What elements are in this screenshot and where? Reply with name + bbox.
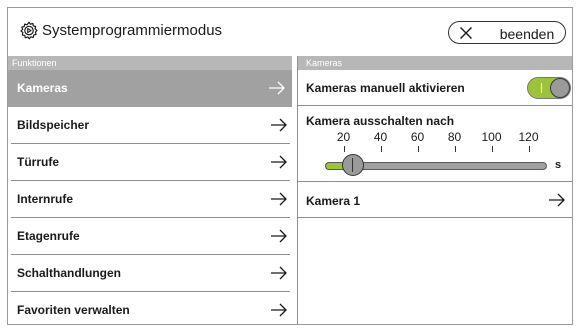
slider-tick-label: 120 [518,130,539,144]
end-button-label: beenden [499,26,555,42]
function-item-label: Kameras [17,81,68,95]
slider-tick-label: 40 [373,130,388,144]
arrow-right-icon [271,266,287,280]
slider-tick-label: 100 [481,130,502,144]
turn-off-after-row: Kamera ausschalten nach 20 40 60 80 100 120 s [298,106,572,182]
cameras-panel: Kameras Kameras manuell aktivieren Kamer… [298,56,572,324]
function-item-internrufe[interactable]: Internrufe [11,181,290,218]
toggle-on-mark [541,83,542,93]
slider-tick-mark [454,146,456,152]
functions-section-header: Funktionen [8,56,292,70]
gear-icon [20,21,38,40]
end-button[interactable]: beenden [448,21,566,44]
functions-panel: Funktionen Kameras Bildspeicher Türrufe … [8,56,292,324]
system-programming-window: Systemprogrammiermodus beenden Funktione… [7,7,573,325]
slider-tick-mark [380,146,382,152]
function-item-label: Bildspeicher [17,118,90,132]
function-item-label: Schalthandlungen [17,266,122,280]
arrow-right-icon [271,192,287,206]
function-item-label: Favoriten verwalten [17,303,130,317]
function-item-tuerrufe[interactable]: Türrufe [11,144,290,181]
arrow-right-icon [271,303,287,317]
function-item-favoriten[interactable]: Favoriten verwalten [11,292,290,324]
slider-thumb-grip [351,158,353,172]
arrow-right-icon [269,81,285,95]
page-title: Systemprogrammiermodus [42,22,223,39]
slider-unit: s [555,159,562,171]
slider-tick-mark [417,146,419,152]
function-item-schalthandlungen[interactable]: Schalthandlungen [11,255,290,292]
function-item-label: Internrufe [17,192,74,206]
slider-tick-label: 60 [410,130,425,144]
arrow-right-icon [271,155,287,169]
arrow-right-icon [549,193,565,207]
cameras-section-header: Kameras [298,56,572,70]
manual-activate-label: Kameras manuell aktivieren [306,81,465,95]
arrow-right-icon [271,118,287,132]
slider-tick-mark [343,146,345,152]
function-item-label: Etagenrufe [17,229,80,243]
manual-activate-toggle[interactable] [527,77,571,99]
function-item-bildspeicher[interactable]: Bildspeicher [11,107,290,144]
header-bar: Systemprogrammiermodus beenden [8,8,572,54]
toggle-knob [550,78,570,98]
camera-1-label: Kamera 1 [306,194,361,208]
camera-1-item[interactable]: Kamera 1 [298,182,572,218]
slider-tick-mark [528,146,530,152]
slider-tick-mark [491,146,493,152]
function-item-kameras[interactable]: Kameras [8,70,292,107]
arrow-right-icon [271,229,287,243]
manual-activate-row: Kameras manuell aktivieren [298,70,572,106]
slider-tick-label: 80 [447,130,462,144]
function-item-etagenrufe[interactable]: Etagenrufe [11,218,290,255]
slider-thumb[interactable] [341,154,364,176]
function-item-label: Türrufe [17,155,59,169]
slider-tick-label: 20 [336,130,351,144]
turn-off-after-label: Kamera ausschalten nach [306,114,455,128]
